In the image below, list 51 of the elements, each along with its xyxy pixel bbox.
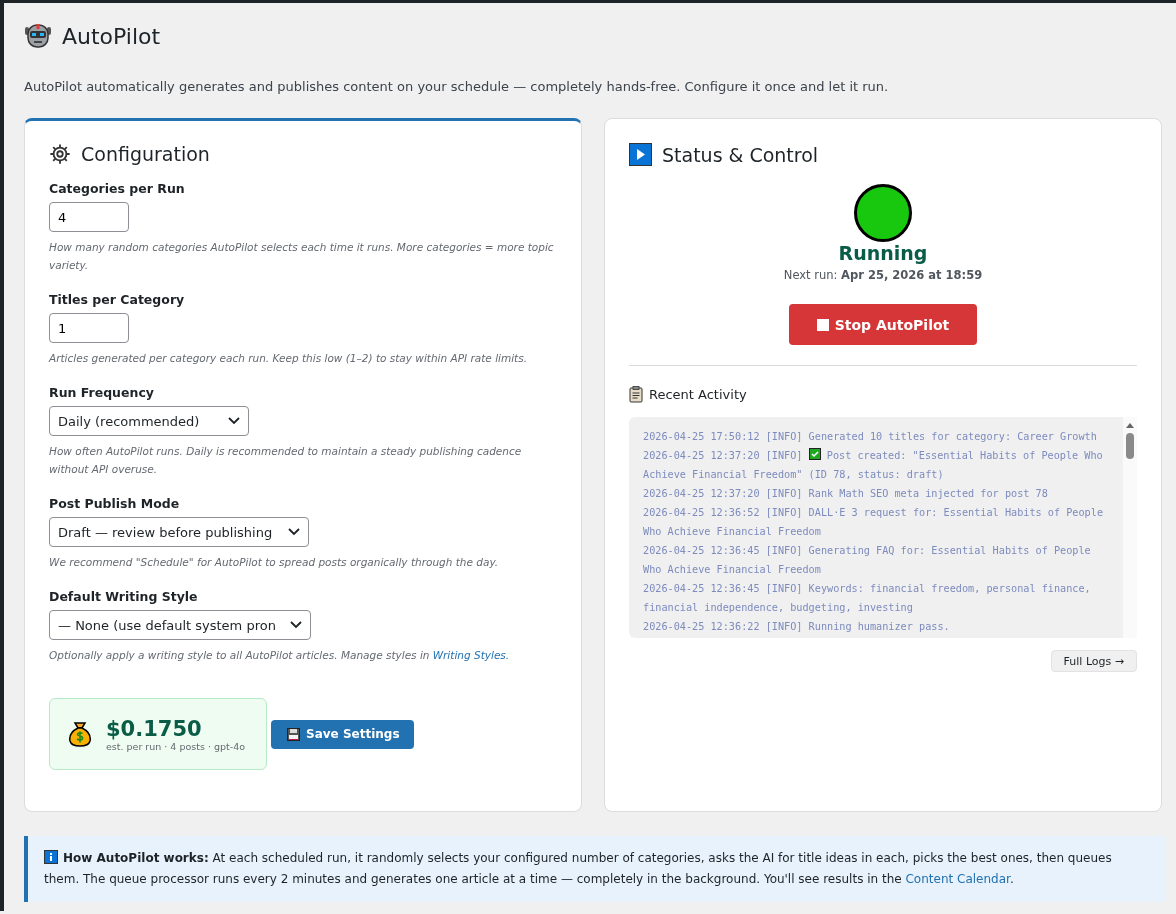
field-hint: Optionally apply a writing style to all AutoPilot articles. Manage styles in Writing Styles. xyxy=(49,648,510,663)
robot-icon xyxy=(24,23,52,49)
page-description: AutoPilot automatically generates and publishes content on your schedule — completely hands-free. Configure it once and let it run. xyxy=(24,79,890,94)
field-label: Default Writing Style xyxy=(49,589,198,604)
card-title: Status & Control xyxy=(662,143,819,166)
select-dropdown[interactable]: — None (use default system pron xyxy=(49,610,311,640)
cost-caption: est. per run · 4 posts · gpt-4o xyxy=(106,740,246,752)
money-bag-icon xyxy=(68,720,92,748)
clipboard-icon xyxy=(629,386,643,403)
card-title: Configuration xyxy=(81,143,210,165)
log-line: 2026-04-25 12:37:20 [INFO] Rank Math SEO meta injected for post 78 xyxy=(643,487,1048,501)
save-settings-button[interactable]: Save Settings xyxy=(271,719,414,749)
number-input[interactable]: 1 xyxy=(49,313,129,343)
chevron-down-icon xyxy=(290,621,302,629)
field-label: Categories per Run xyxy=(49,181,185,196)
gear-icon xyxy=(49,143,71,165)
log-line: 2026-04-25 12:36:52 [INFO] DALL·E 3 request for: Essential Habits of People Who Achieve Financial Freedom xyxy=(643,506,1104,539)
log-line: 2026-04-25 12:37:20 [INFO] Post created: "Essential Habits of People Who Achieve Financial Freedom" (ID 78, status: draft) xyxy=(643,447,1104,482)
stop-icon xyxy=(816,318,829,331)
cost-amount: $0.1750 xyxy=(106,716,203,741)
stop-autopilot-button[interactable]: Stop AutoPilot xyxy=(789,304,977,345)
page-title: AutoPilot xyxy=(62,23,161,49)
content-calendar-link[interactable]: Content Calendar xyxy=(905,872,1010,886)
section-title: Recent Activity xyxy=(649,387,747,402)
field-hint: Articles generated per category each run. Keep this low (1–2) to stay within API rate limits. xyxy=(49,351,528,366)
next-run-text: Next run: Apr 25, 2026 at 18:59 xyxy=(783,268,983,282)
writing-styles-link[interactable]: Writing Styles xyxy=(432,649,506,661)
status-text: Running xyxy=(838,242,928,264)
info-icon xyxy=(44,850,58,864)
log-line: 2026-04-25 12:36:45 [INFO] Generating FAQ for: Essential Habits of People Who Achieve Financial Freedom xyxy=(643,544,1092,577)
field-hint: We recommend "Schedule" for AutoPilot to spread posts organically through the day. xyxy=(49,555,499,570)
field-label: Run Frequency xyxy=(49,385,154,400)
play-icon xyxy=(629,143,652,166)
scrollbar-thumb[interactable] xyxy=(1126,433,1134,459)
field-hint: How often AutoPilot runs. Daily is recommended to maintain a steady publishing cadence without API overuse. xyxy=(49,444,523,477)
field-label: Post Publish Mode xyxy=(49,496,180,511)
log-line: 2026-04-25 12:36:45 [INFO] Keywords: financial freedom, personal finance, financial independence, budgeting, investing xyxy=(643,582,1092,615)
chevron-down-icon xyxy=(228,417,240,425)
number-input[interactable]: 4 xyxy=(49,202,129,232)
scrollbar[interactable] xyxy=(1123,417,1137,638)
full-logs-button[interactable]: Full Logs → xyxy=(1050,650,1137,672)
chevron-down-icon xyxy=(288,528,300,536)
field-label: Titles per Category xyxy=(49,292,185,307)
check-icon xyxy=(808,448,821,460)
select-dropdown[interactable]: Draft — review before publishing xyxy=(49,517,309,547)
notice-text: How AutoPilot works: At each scheduled run, it randomly selects your configured number of categories, asks the AI for title ideas in each, picks the best ones, then queues them. The queue processor runs every 2 minutes and generates one article at a time — completely in the background. You'll see results in the Content Calendar. xyxy=(44,851,1112,886)
scroll-up-icon[interactable] xyxy=(1125,421,1135,429)
log-line: 2026-04-25 17:50:12 [INFO] Generated 10 titles for category: Career Growth xyxy=(643,430,1097,444)
field-hint: How many random categories AutoPilot selects each time it runs. More categories = more topic variety. xyxy=(49,240,555,273)
select-dropdown[interactable]: Daily (recommended) xyxy=(49,406,249,436)
log-line: 2026-04-25 12:36:22 [INFO] Running humanizer pass. xyxy=(643,620,950,634)
